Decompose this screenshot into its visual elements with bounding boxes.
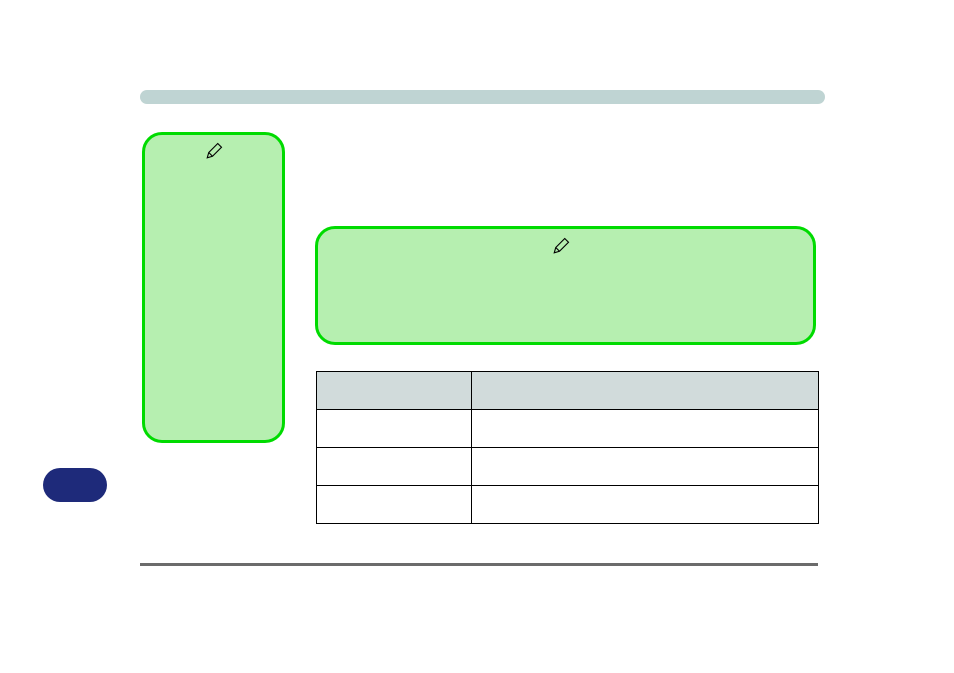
table-cell: [471, 410, 818, 448]
table-row: [317, 448, 819, 486]
table-cell: [317, 448, 472, 486]
table-row: [317, 410, 819, 448]
table-header-1: [317, 372, 472, 410]
table-cell: [471, 486, 818, 524]
table-cell: [471, 448, 818, 486]
table-cell: [317, 486, 472, 524]
pen-icon: [552, 237, 570, 255]
table-cell: [317, 410, 472, 448]
page-badge: [43, 468, 107, 502]
table-header-2: [471, 372, 818, 410]
divider-line: [140, 563, 818, 566]
table-row: [317, 486, 819, 524]
data-table: [316, 371, 819, 524]
pen-icon: [205, 142, 223, 160]
note-box-left: [142, 132, 285, 443]
table-header-row: [317, 372, 819, 410]
header-bar: [140, 90, 825, 104]
